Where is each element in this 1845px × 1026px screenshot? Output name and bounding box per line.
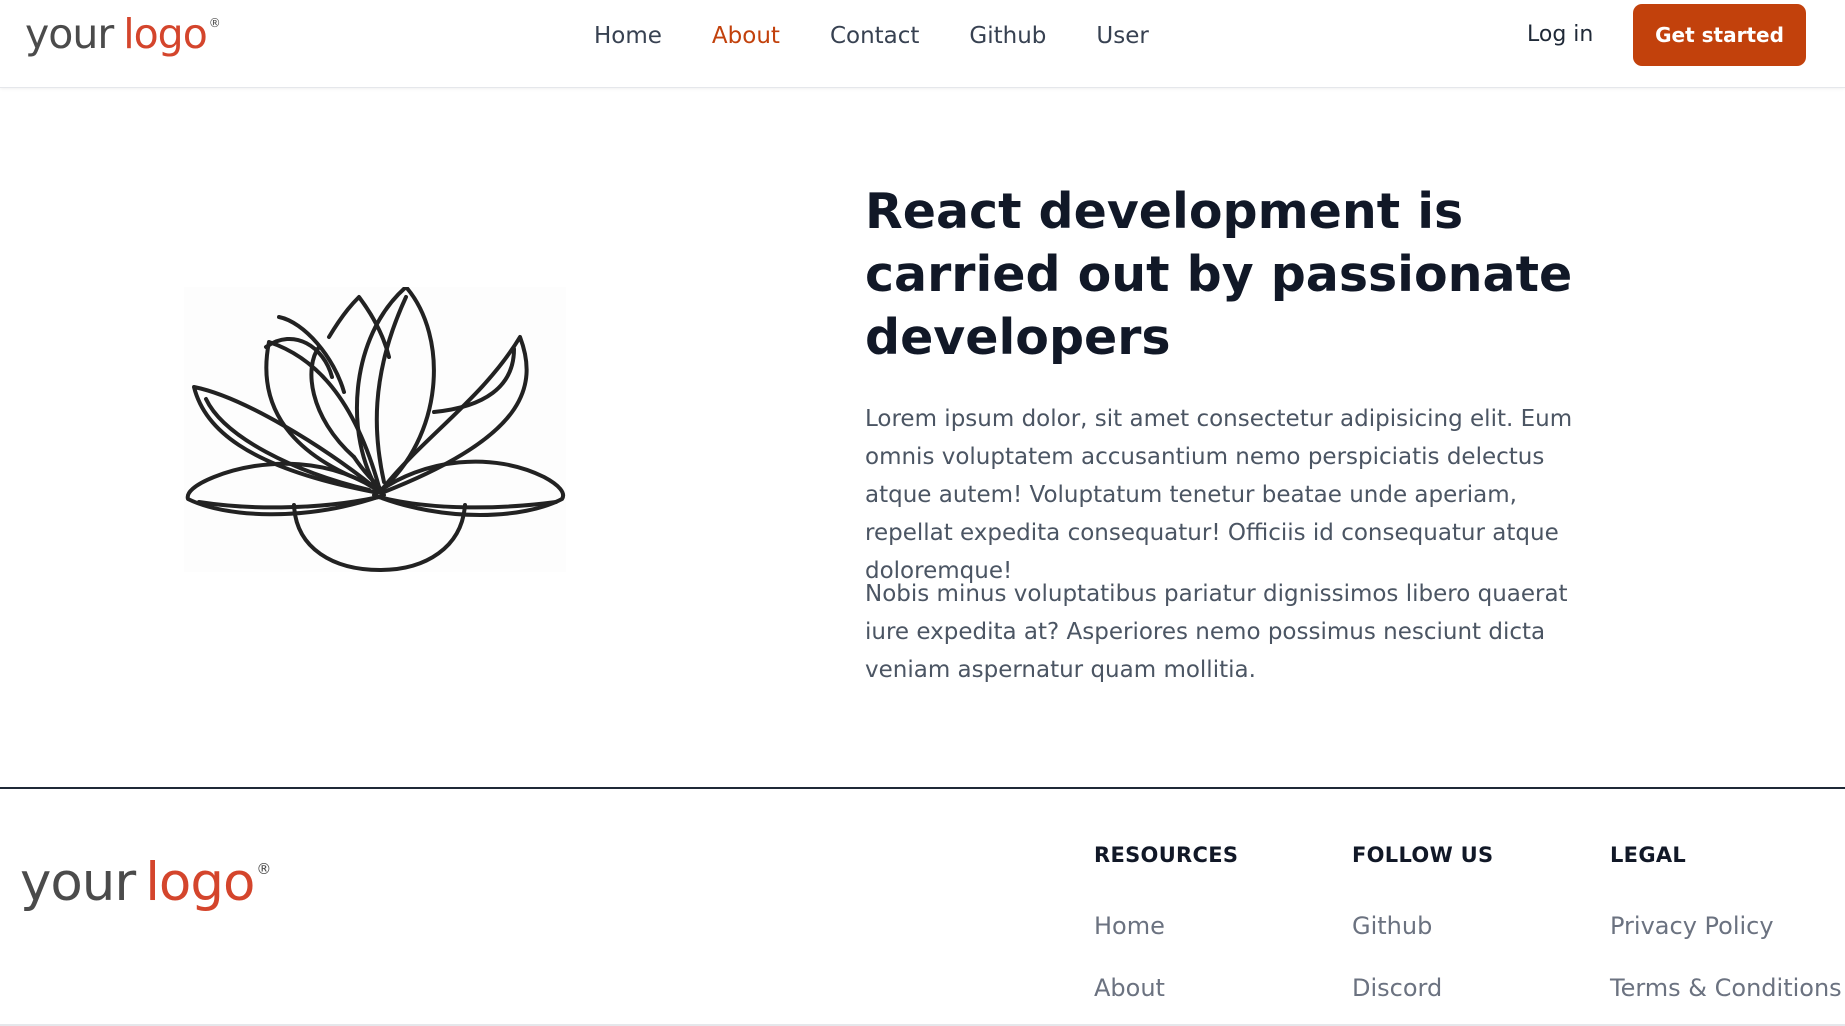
registered-mark: ® bbox=[208, 16, 221, 30]
hero-paragraph-2: Nobis minus voluptatibus pariatur dignis… bbox=[865, 581, 1568, 683]
hero-paragraph-1: Lorem ipsum dolor, sit amet consectetur … bbox=[865, 406, 1573, 584]
logo-word-your: your bbox=[25, 10, 114, 58]
footer-link-github[interactable]: Github bbox=[1352, 912, 1432, 940]
footer-heading-legal: LEGAL bbox=[1610, 843, 1687, 867]
get-started-button[interactable]: Get started bbox=[1633, 4, 1806, 66]
footer-link-discord[interactable]: Discord bbox=[1352, 974, 1442, 1002]
footer-heading-follow-us: FOLLOW US bbox=[1352, 843, 1494, 867]
footer-link-about[interactable]: About bbox=[1094, 974, 1165, 1002]
nav-link-contact[interactable]: Contact bbox=[830, 23, 919, 49]
login-link[interactable]: Log in bbox=[1527, 22, 1593, 47]
footer-logo[interactable]: your logo ® bbox=[20, 852, 271, 913]
nav-link-github[interactable]: Github bbox=[969, 23, 1046, 49]
nav-link-user[interactable]: User bbox=[1096, 23, 1148, 49]
nav-link-home[interactable]: Home bbox=[594, 23, 662, 49]
footer-link-privacy-policy[interactable]: Privacy Policy bbox=[1610, 912, 1774, 940]
nav-link-about[interactable]: About bbox=[712, 23, 780, 49]
logo-word-logo: logo bbox=[145, 852, 255, 913]
lotus-icon bbox=[184, 285, 566, 572]
site-header: your logo ® Home About Contact Github Us… bbox=[0, 0, 1845, 88]
footer-divider bbox=[0, 787, 1845, 789]
logo-word-your: your bbox=[20, 852, 136, 913]
footer-link-home[interactable]: Home bbox=[1094, 912, 1165, 940]
registered-mark: ® bbox=[256, 860, 272, 878]
footer-link-terms-conditions[interactable]: Terms & Conditions bbox=[1610, 974, 1842, 1002]
logo-word-logo: logo bbox=[123, 10, 208, 58]
footer-heading-resources: RESOURCES bbox=[1094, 843, 1239, 867]
hero-title: React development is carried out by pass… bbox=[865, 183, 1573, 366]
header-logo[interactable]: your logo ® bbox=[25, 10, 221, 58]
main-nav: Home About Contact Github User bbox=[594, 18, 1199, 54]
